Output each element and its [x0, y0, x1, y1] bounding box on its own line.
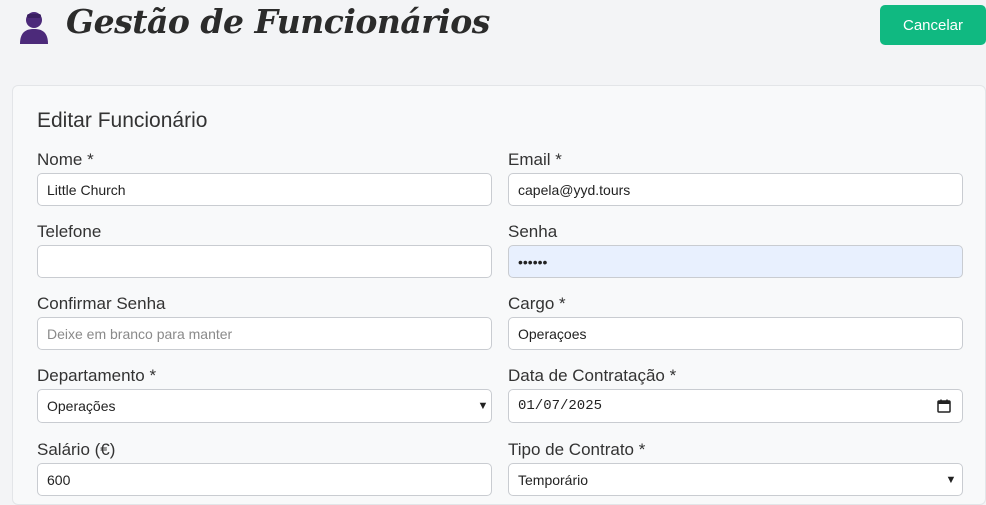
name-input[interactable] — [37, 173, 492, 206]
email-input[interactable] — [508, 173, 963, 206]
contract-type-label: Tipo de Contrato * — [508, 440, 646, 459]
cancel-button[interactable]: Cancelar — [880, 5, 986, 45]
phone-input[interactable] — [37, 245, 492, 278]
app-title: Gestão de Funcionários — [66, 2, 490, 41]
form-title: Editar Funcionário — [37, 109, 208, 132]
salary-input[interactable] — [37, 463, 492, 496]
hire-date-input[interactable] — [508, 389, 963, 423]
role-input[interactable] — [508, 317, 963, 350]
password-input[interactable] — [508, 245, 963, 278]
password-label: Senha — [508, 222, 558, 241]
user-icon — [20, 12, 48, 44]
email-label: Email * — [508, 150, 562, 169]
department-label: Departamento * — [37, 366, 157, 385]
salary-label: Salário (€) — [37, 440, 116, 459]
contract-type-select[interactable]: Temporário — [508, 463, 963, 496]
top-bar: Gestão de Funcionários Cancelar — [0, 0, 986, 60]
confirm-password-label: Confirmar Senha — [37, 294, 166, 313]
phone-label: Telefone — [37, 222, 102, 241]
hire-date-label: Data de Contratação * — [508, 366, 677, 385]
name-label: Nome * — [37, 150, 94, 169]
confirm-password-input[interactable] — [37, 317, 492, 350]
chevron-down-icon[interactable]: ▼ — [477, 400, 489, 412]
chevron-down-icon[interactable]: ▼ — [945, 474, 957, 486]
department-select[interactable]: Operações — [37, 389, 492, 423]
calendar-icon[interactable] — [937, 399, 951, 413]
role-label: Cargo * — [508, 294, 566, 313]
